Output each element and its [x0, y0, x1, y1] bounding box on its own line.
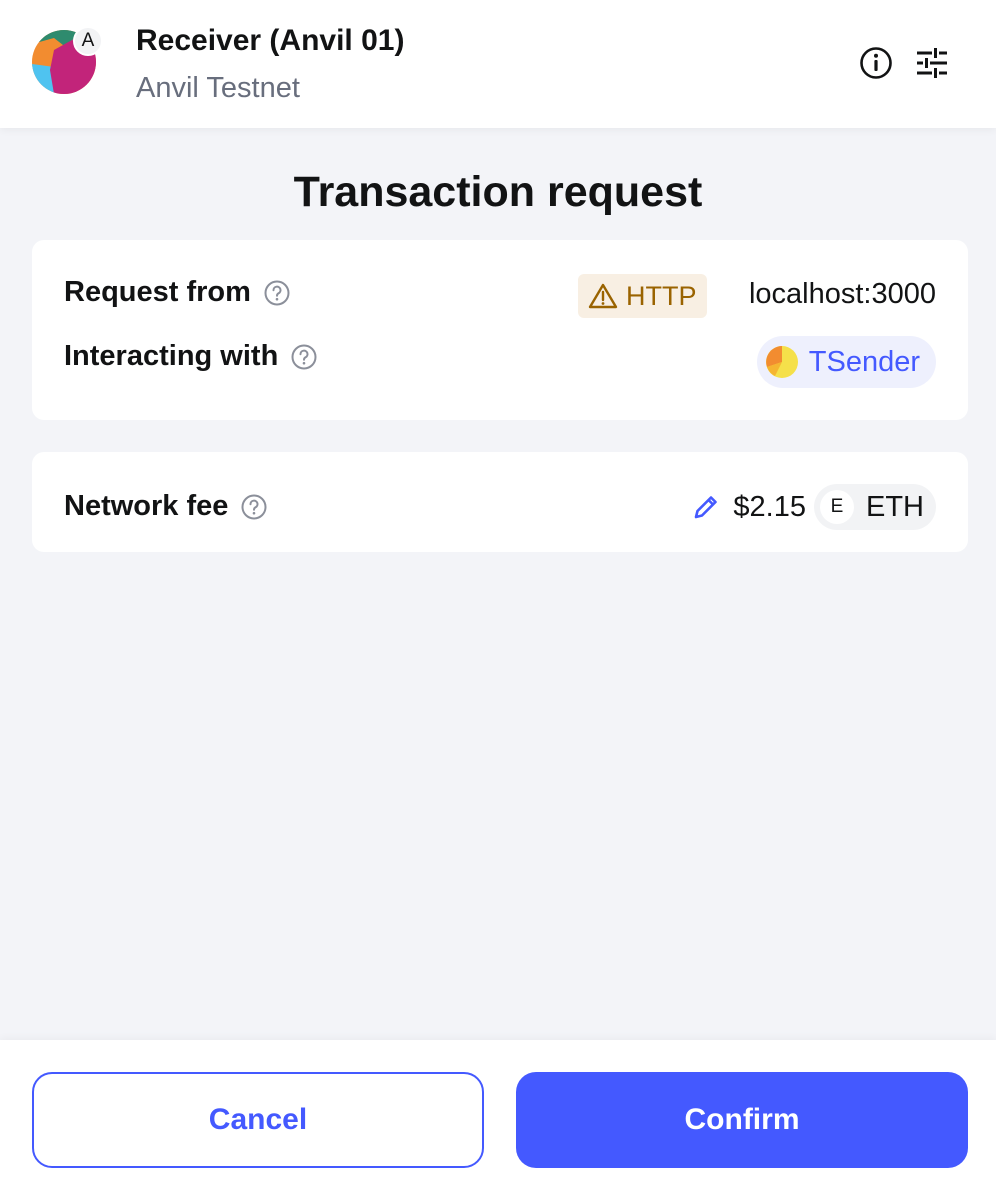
account-name: Receiver (Anvil 01) — [136, 24, 405, 57]
fee-amount: $2.15 — [733, 490, 806, 523]
help-icon[interactable] — [290, 343, 318, 371]
fee-value: $2.15 E ETH — [689, 484, 936, 530]
insecure-protocol-badge: HTTP — [578, 274, 707, 318]
interacting-with-row: Interacting with — [64, 340, 318, 373]
account-avatar[interactable]: A — [32, 26, 103, 96]
network-badge: A — [73, 26, 103, 56]
warning-icon — [588, 283, 618, 309]
help-icon[interactable] — [240, 493, 268, 521]
network-fee-label: Network fee — [64, 490, 229, 522]
edit-pencil-icon[interactable] — [689, 490, 723, 524]
network-name: Anvil Testnet — [136, 72, 300, 104]
network-fee-card: Network fee $2.15 E ETH — [32, 452, 968, 552]
confirm-button[interactable]: Confirm — [516, 1072, 968, 1168]
token-symbol: ETH — [866, 490, 924, 523]
contract-avatar-icon — [765, 346, 798, 378]
request-details-card: Request from HTTP localhost:3000 Interac… — [32, 240, 968, 420]
token-initial-icon: E — [820, 490, 854, 524]
fee-token-pill[interactable]: E ETH — [814, 484, 936, 530]
header: A Receiver (Anvil 01) Anvil Testnet — [0, 0, 996, 128]
request-from-row: Request from — [64, 276, 291, 309]
network-fee-row: Network fee — [64, 490, 268, 523]
help-icon[interactable] — [263, 279, 291, 307]
info-icon[interactable] — [857, 44, 895, 82]
request-origin: localhost:3000 — [748, 278, 936, 310]
footer: Cancel Confirm — [0, 1040, 996, 1200]
protocol-label: HTTP — [626, 280, 697, 311]
page-title: Transaction request — [293, 168, 703, 216]
contract-name: TSender — [808, 345, 920, 378]
request-from-label: Request from — [64, 276, 251, 308]
interacting-with-label: Interacting with — [64, 340, 279, 372]
cancel-button[interactable]: Cancel — [32, 1072, 484, 1168]
contract-pill[interactable]: TSender — [756, 336, 936, 388]
settings-sliders-icon[interactable] — [913, 44, 951, 82]
